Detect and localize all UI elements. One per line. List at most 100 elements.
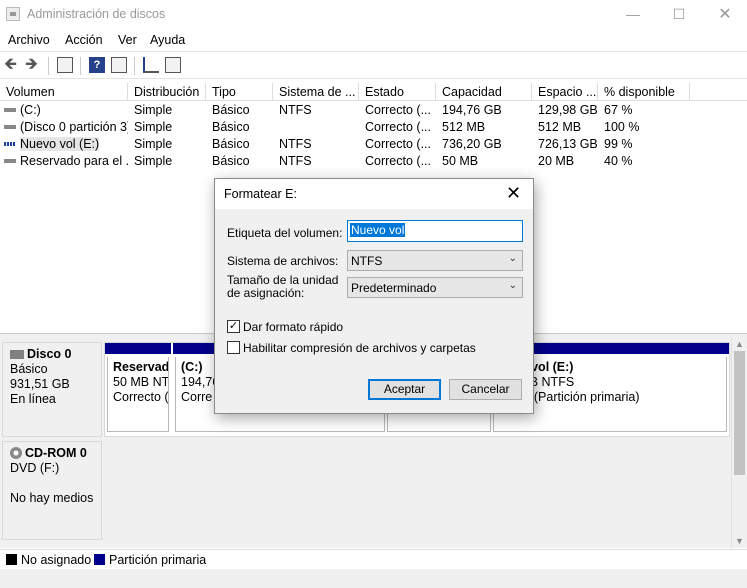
- dialog-close-icon[interactable]: ✕: [506, 183, 521, 203]
- volume-type: Básico: [212, 154, 250, 168]
- volume-fs: [273, 119, 359, 136]
- volume-fs: NTFS: [279, 154, 312, 168]
- dialog-title: Formatear E:: [224, 187, 297, 201]
- volume-type: Básico: [212, 120, 250, 134]
- cdrom-0-label[interactable]: CD-ROM 0 DVD (F:) No hay medios: [2, 441, 102, 540]
- volume-free: 20 MB: [538, 154, 575, 168]
- volume-label-value: Nuevo vol: [350, 223, 406, 237]
- volume-name: (C:): [20, 103, 41, 117]
- column-header-distribucion[interactable]: Distribución: [128, 83, 206, 101]
- volume-pct: 40 %: [604, 154, 633, 168]
- volume-name: Reservado para el ...: [20, 154, 128, 168]
- disk-0-label[interactable]: Disco 0 Básico 931,51 GB En línea: [2, 342, 102, 437]
- menu-ver[interactable]: Ver: [118, 33, 137, 47]
- column-header-disponible[interactable]: % disponible: [598, 83, 690, 101]
- file-system-select[interactable]: NTFS ⌄: [347, 250, 523, 271]
- allocation-unit-label-2: de asignación:: [227, 286, 305, 300]
- close-button[interactable]: ✕: [702, 0, 747, 28]
- column-header-sistema[interactable]: Sistema de ...: [273, 83, 359, 101]
- column-header-volumen[interactable]: Volumen: [0, 83, 128, 101]
- partition-status: to (Partición primaria): [520, 390, 640, 404]
- volume-status: Correcto (...: [365, 154, 431, 168]
- partition-bar: [105, 343, 171, 354]
- scroll-down-icon[interactable]: ▼: [735, 536, 744, 546]
- volume-layout: Simple: [134, 103, 173, 117]
- scroll-thumb[interactable]: [734, 351, 745, 475]
- disk-name: Disco 0: [27, 347, 72, 361]
- volume-fs: NTFS: [279, 137, 312, 151]
- legend-primary: Partición primaria: [109, 553, 207, 567]
- toolbar-separator: [48, 57, 49, 75]
- volume-free: 512 MB: [538, 120, 582, 134]
- list-view-icon[interactable]: [165, 57, 181, 73]
- volume-row[interactable]: Reservado para el ... Simple Básico NTFS…: [0, 153, 747, 170]
- partition-name: Reservad: [113, 360, 169, 374]
- volume-row[interactable]: (C:) Simple Básico NTFS Correcto (... 19…: [0, 102, 747, 119]
- volume-pct: 100 %: [604, 120, 640, 134]
- back-arrow-icon[interactable]: 🡸: [4, 57, 20, 73]
- forward-arrow-icon[interactable]: 🡺: [25, 57, 41, 73]
- console-tree-icon[interactable]: [57, 57, 73, 73]
- partition-name: o vol (E:): [520, 360, 574, 374]
- volume-label-input[interactable]: Nuevo vol: [347, 220, 523, 242]
- column-header-estado[interactable]: Estado: [359, 83, 436, 101]
- volume-label-label: Etiqueta del volumen:: [227, 226, 343, 240]
- menu-archivo[interactable]: Archivo: [8, 33, 50, 47]
- hard-disk-icon: [10, 350, 24, 359]
- quick-format-checkbox[interactable]: ✓: [227, 320, 240, 333]
- minimize-button[interactable]: —: [610, 0, 656, 28]
- help-icon[interactable]: ?: [89, 57, 105, 73]
- volume-row[interactable]: Nuevo vol (E:) Simple Básico NTFS Correc…: [0, 136, 747, 153]
- compression-checkbox[interactable]: [227, 341, 240, 354]
- window-title: Administración de discos: [27, 7, 166, 21]
- format-dialog: Formatear E: ✕ Etiqueta del volumen: Nue…: [214, 178, 534, 414]
- volume-free: 129,98 GB: [538, 103, 598, 117]
- file-system-label: Sistema de archivos:: [227, 254, 339, 268]
- column-header-tipo[interactable]: Tipo: [206, 83, 273, 101]
- volume-name: Nuevo vol (E:): [20, 137, 100, 151]
- volume-fs: NTFS: [279, 103, 312, 117]
- disk-management-icon: [6, 7, 20, 21]
- volume-type: Básico: [212, 103, 250, 117]
- disk-size: [10, 476, 101, 491]
- legend-unallocated: No asignado: [21, 553, 92, 567]
- menu-bar: Archivo Acción Ver Ayuda: [0, 29, 747, 51]
- allocation-unit-select[interactable]: Predeterminado ⌄: [347, 277, 523, 298]
- scroll-up-icon[interactable]: ▲: [735, 339, 744, 349]
- volume-pct: 67 %: [604, 103, 633, 117]
- unallocated-swatch: [6, 554, 17, 565]
- volume-layout: Simple: [134, 137, 173, 151]
- menu-ayuda[interactable]: Ayuda: [150, 33, 185, 47]
- volume-type: Básico: [212, 137, 250, 151]
- disk-type: Básico: [10, 362, 48, 376]
- vertical-scrollbar[interactable]: ▲ ▼: [731, 337, 747, 548]
- legend: No asignado Partición primaria: [0, 549, 747, 569]
- compression-label: Habilitar compresión de archivos y carpe…: [243, 341, 476, 355]
- volume-capacity: 736,20 GB: [442, 137, 502, 151]
- accept-button[interactable]: Aceptar: [368, 379, 441, 400]
- title-bar: Administración de discos — ☐ ✕: [0, 0, 747, 28]
- connect-icon[interactable]: [143, 57, 159, 73]
- disk-status: No hay medios: [10, 491, 94, 505]
- volume-layout: Simple: [134, 154, 173, 168]
- status-bar: [0, 569, 747, 588]
- volume-list-header: Volumen Distribución Tipo Sistema de ...…: [0, 83, 747, 101]
- cancel-button[interactable]: Cancelar: [449, 379, 522, 400]
- maximize-icon: ☐: [672, 5, 686, 22]
- cdrom-0-area: [104, 441, 730, 540]
- volume-capacity: 512 MB: [442, 120, 486, 134]
- properties-icon[interactable]: [111, 57, 127, 73]
- cd-rom-icon: [10, 447, 22, 459]
- quick-format-label: Dar formato rápido: [243, 320, 344, 334]
- column-header-capacidad[interactable]: Capacidad: [436, 83, 532, 101]
- partition-reserved[interactable]: Reservad 50 MB NT Correcto (: [107, 357, 169, 432]
- primary-partition-swatch: [94, 554, 105, 565]
- menu-accion[interactable]: Acción: [65, 33, 103, 47]
- chevron-down-icon: ⌄: [508, 253, 517, 264]
- maximize-button[interactable]: ☐: [656, 0, 702, 28]
- column-header-espacio[interactable]: Espacio ...: [532, 83, 598, 101]
- volume-row[interactable]: (Disco 0 partición 3) Simple Básico Corr…: [0, 119, 747, 136]
- chevron-down-icon: ⌄: [508, 280, 517, 291]
- toolbar: 🡸 🡺 ?: [0, 51, 747, 79]
- minimize-icon: —: [626, 6, 640, 22]
